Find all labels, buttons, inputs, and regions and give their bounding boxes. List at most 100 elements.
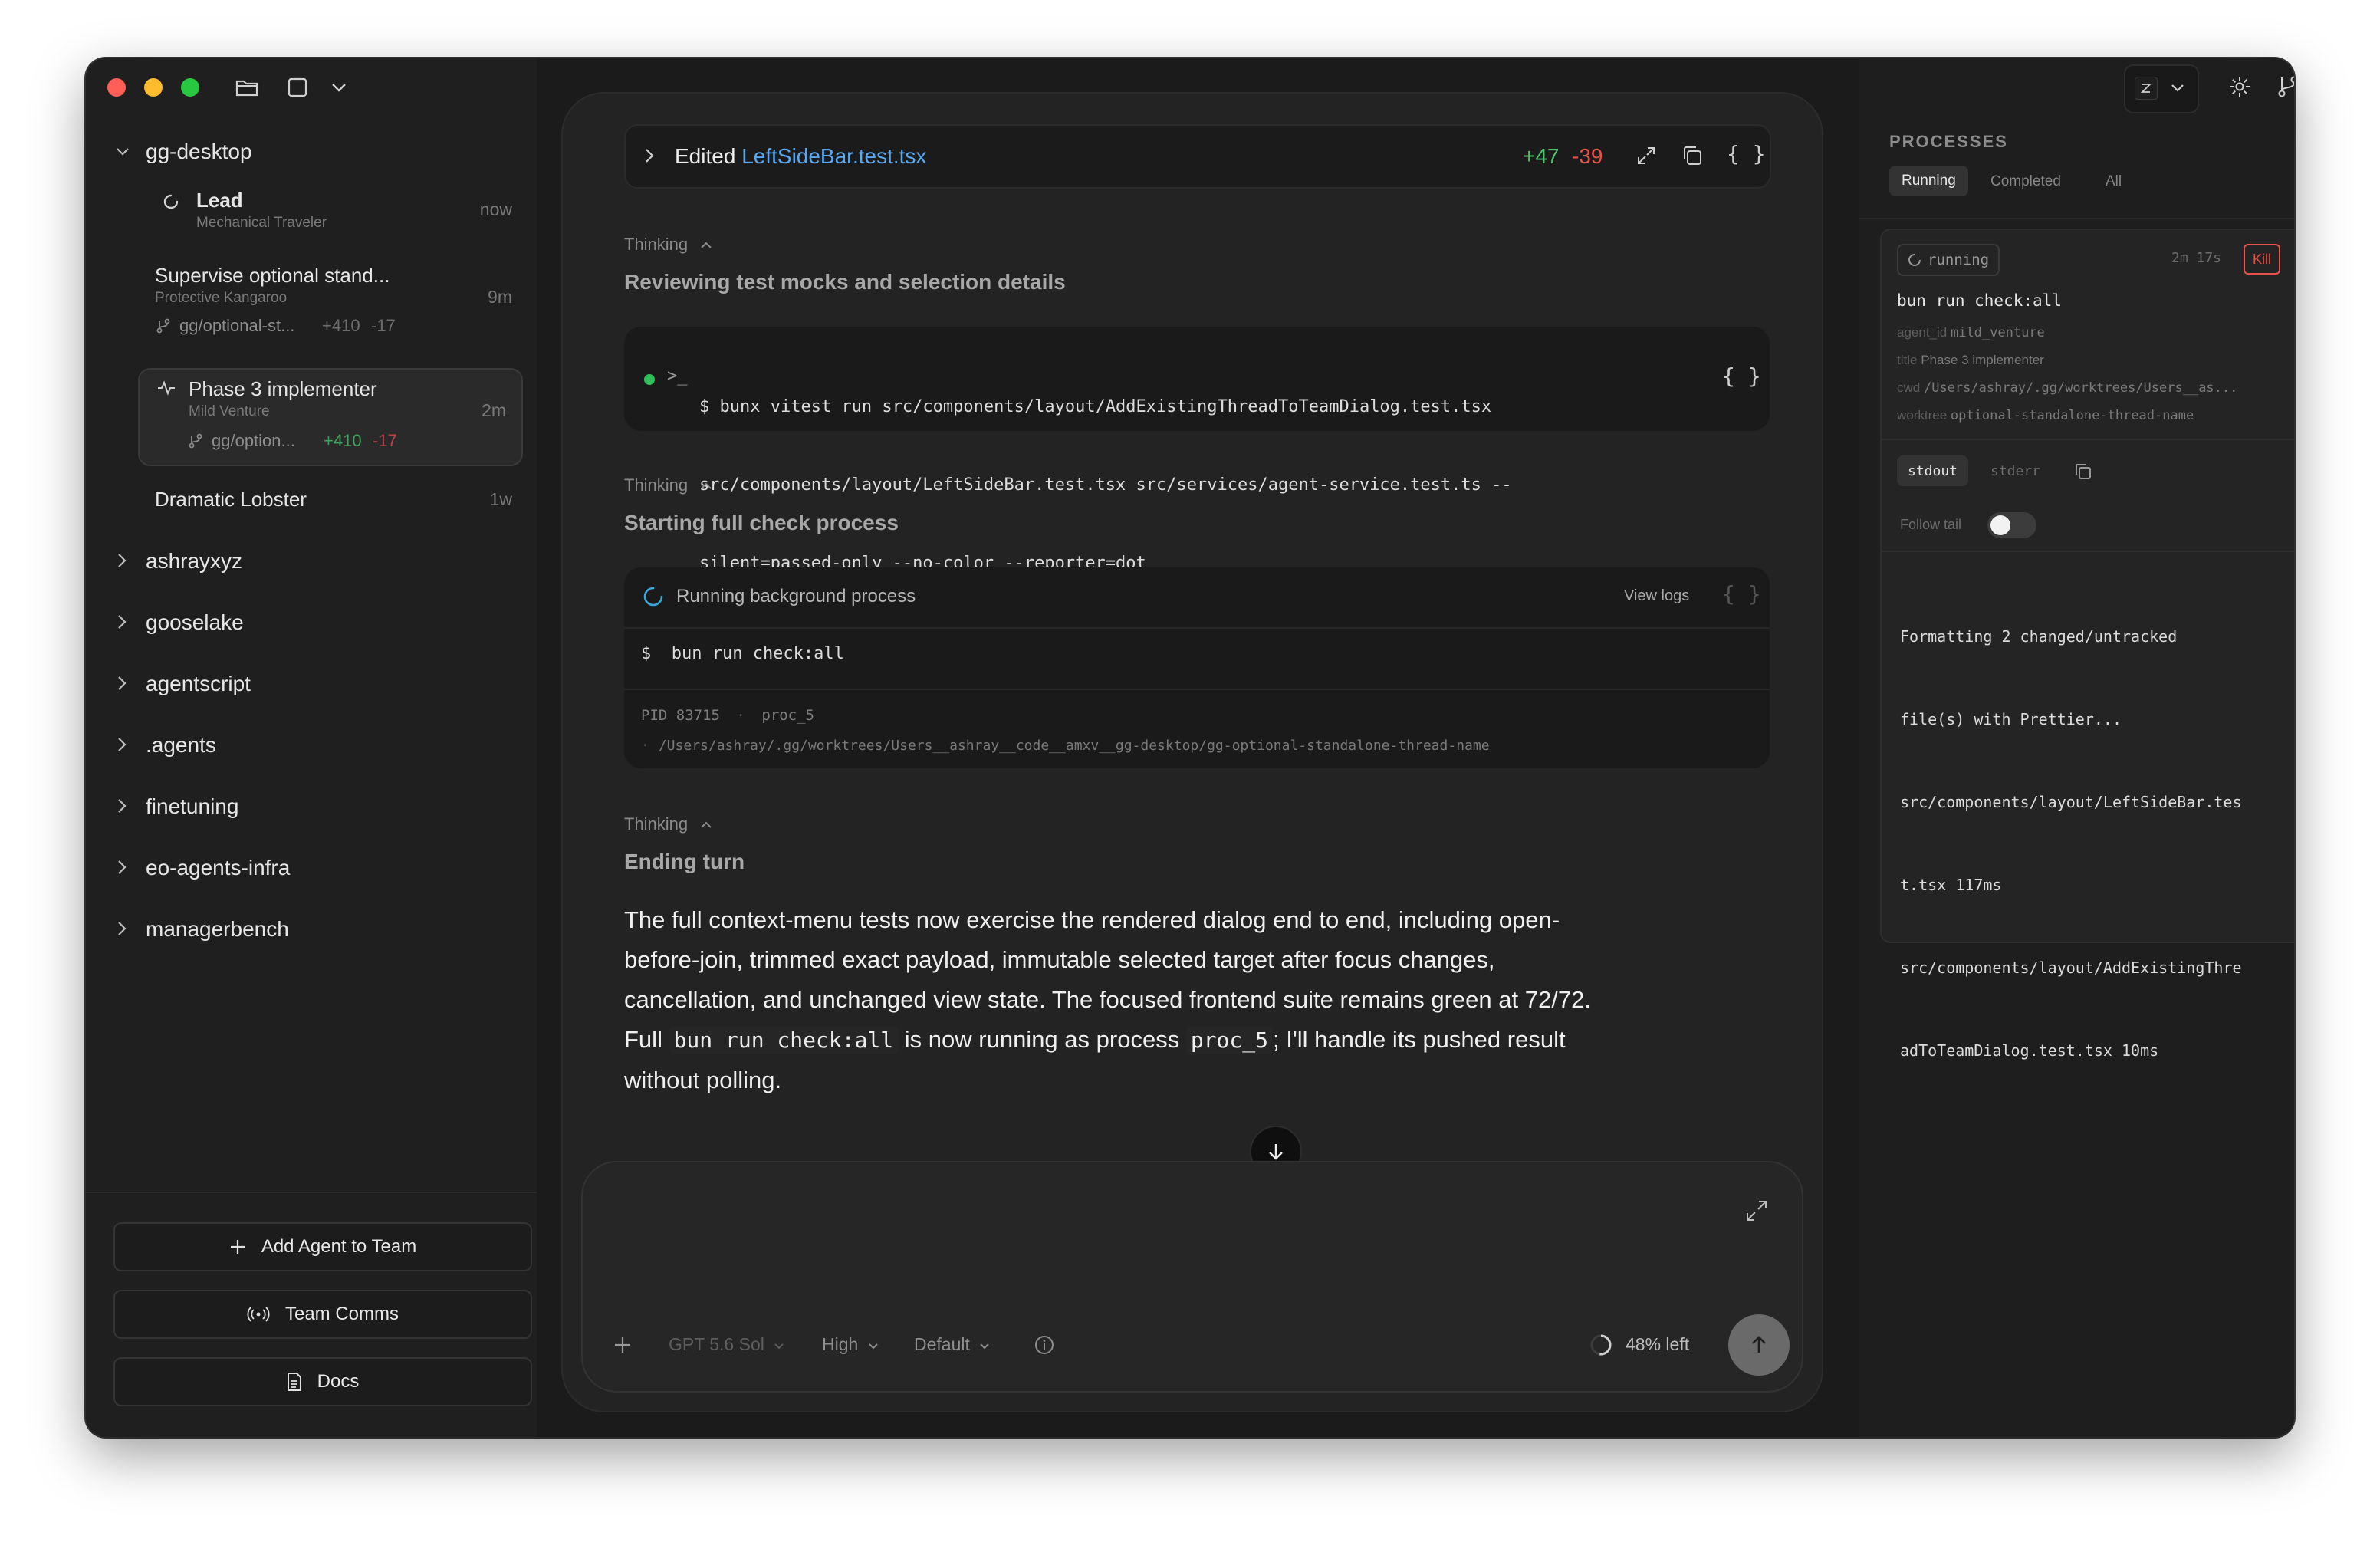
processes-panel: PROCESSES Running Completed All running … bbox=[1859, 58, 2294, 1437]
process-detail-card: running 2m 17s Kill bun run check:all ag… bbox=[1880, 229, 2294, 1060]
arrow-up-icon bbox=[1752, 1336, 1766, 1353]
composer[interactable]: GPT 5.6 Sol High Default 48% left bbox=[581, 1161, 1803, 1393]
assistant-message: The full context-menu tests now exercise… bbox=[624, 900, 1774, 1100]
project-name: managerbench bbox=[146, 917, 289, 941]
context-usage-ring bbox=[1590, 1334, 1612, 1356]
model-select[interactable]: GPT 5.6 Sol bbox=[669, 1334, 784, 1355]
chevron-right-icon bbox=[646, 149, 654, 163]
divider bbox=[86, 1192, 537, 1193]
json-icon[interactable]: { } bbox=[1722, 363, 1761, 389]
project-name: .agents bbox=[146, 733, 216, 757]
message-text: ; I'll handle its pushed result bbox=[1272, 1026, 1566, 1053]
chevron-right-icon bbox=[118, 554, 127, 567]
tab-stdout[interactable]: stdout bbox=[1897, 455, 1969, 486]
meta-title: title Phase 3 implementer bbox=[1897, 353, 2044, 368]
team-comms-button[interactable]: Team Comms bbox=[113, 1290, 532, 1339]
send-button[interactable] bbox=[1728, 1314, 1790, 1376]
command-line: bunx vitest run src/components/layout/Ad… bbox=[719, 397, 1492, 416]
tab-completed[interactable]: Completed bbox=[1990, 173, 2061, 190]
thread-item-supervise[interactable]: Supervise optional stand... Protective K… bbox=[155, 264, 528, 348]
view-logs-link[interactable]: View logs bbox=[1624, 587, 1689, 605]
expand-icon[interactable] bbox=[1636, 146, 1656, 166]
minimize-window-button[interactable] bbox=[144, 78, 163, 97]
thinking-toggle[interactable]: Thinking bbox=[624, 235, 712, 255]
close-window-button[interactable] bbox=[107, 78, 126, 97]
edited-file-card[interactable]: Edited LeftSideBar.test.tsx +47 -39 { } bbox=[624, 124, 1771, 189]
editor-picker[interactable] bbox=[2124, 64, 2199, 113]
thinking-title: Starting full check process bbox=[624, 511, 899, 534]
project-item[interactable]: eo-agents-infra bbox=[113, 847, 528, 889]
copy-icon[interactable] bbox=[1681, 144, 1704, 167]
tab-stderr[interactable]: stderr bbox=[1990, 463, 2040, 479]
loading-icon bbox=[161, 192, 181, 212]
maximize-window-button[interactable] bbox=[181, 78, 199, 97]
divider bbox=[1882, 551, 2294, 552]
git-branch-icon bbox=[187, 432, 204, 449]
output-line: Formatting 2 changed/untracked bbox=[1900, 627, 2178, 646]
thread-item-dramatic-lobster[interactable]: Dramatic Lobster 1w bbox=[155, 482, 528, 518]
thread-title: Lead bbox=[196, 189, 243, 212]
thread-branch: gg/optional-st... bbox=[179, 316, 295, 335]
project-name: eo-agents-infra bbox=[146, 856, 291, 880]
effort-label: High bbox=[822, 1334, 859, 1354]
model-label: GPT 5.6 Sol bbox=[669, 1334, 764, 1354]
chevron-down-icon[interactable] bbox=[324, 74, 354, 101]
meta-value: mild_venture bbox=[1950, 325, 2045, 340]
plus-icon[interactable] bbox=[613, 1336, 632, 1354]
add-agent-button[interactable]: Add Agent to Team bbox=[113, 1222, 532, 1271]
project-name: finetuning bbox=[146, 794, 239, 818]
kill-button[interactable]: Kill bbox=[2244, 244, 2281, 275]
project-item[interactable]: .agents bbox=[113, 724, 528, 767]
thread-added: +410 bbox=[322, 316, 360, 335]
mode-select[interactable]: Default bbox=[914, 1334, 990, 1355]
message-text: is now running as process bbox=[904, 1026, 1180, 1053]
chevron-right-icon bbox=[118, 738, 127, 751]
thread-removed: -17 bbox=[371, 316, 396, 335]
thread-item-lead[interactable]: Lead Mechanical Traveler now bbox=[155, 186, 528, 244]
tab-running[interactable]: Running bbox=[1889, 166, 1968, 196]
tab-all[interactable]: All bbox=[2106, 173, 2122, 190]
project-item[interactable]: ashrayxyz bbox=[113, 540, 528, 583]
info-icon[interactable] bbox=[1034, 1334, 1055, 1356]
project-item[interactable]: finetuning bbox=[113, 785, 528, 828]
git-branch-icon[interactable] bbox=[2277, 75, 2294, 98]
project-name[interactable]: gg-desktop bbox=[146, 140, 252, 164]
edited-file-link[interactable]: LeftSideBar.test.tsx bbox=[741, 144, 926, 168]
output-line: src/components/layout/LeftSideBar.tes bbox=[1900, 793, 2242, 811]
thread-time: now bbox=[479, 199, 512, 219]
gear-icon[interactable] bbox=[2228, 75, 2251, 98]
expand-icon[interactable] bbox=[1745, 1199, 1768, 1222]
copy-icon[interactable] bbox=[2073, 462, 2093, 482]
project-item[interactable]: gooselake bbox=[113, 601, 528, 644]
thread-title: Phase 3 implementer bbox=[189, 377, 377, 400]
thread-time: 2m bbox=[482, 400, 506, 420]
command-line: src/components/layout/LeftSideBar.test.t… bbox=[699, 475, 1512, 495]
sidebar-toggle-icon[interactable] bbox=[282, 74, 313, 101]
json-icon[interactable]: { } bbox=[1727, 141, 1766, 166]
thread-removed: -17 bbox=[373, 431, 397, 450]
thread-item-phase3[interactable]: Phase 3 implementer Mild Venture 2m gg/o… bbox=[138, 368, 523, 466]
project-item[interactable]: agentscript bbox=[113, 663, 528, 705]
editor-icon bbox=[2135, 77, 2158, 100]
background-process-card: Running background process View logs { }… bbox=[624, 567, 1770, 768]
folder-icon[interactable] bbox=[232, 74, 262, 101]
thinking-toggle[interactable]: Thinking bbox=[624, 814, 712, 834]
thinking-toggle[interactable]: Thinking bbox=[624, 475, 712, 495]
process-meta: PID 83715 · proc_5 bbox=[641, 707, 814, 724]
project-item[interactable]: managerbench bbox=[113, 908, 528, 951]
process-output: Formatting 2 changed/untracked file(s) w… bbox=[1900, 567, 2242, 1120]
follow-tail-toggle[interactable] bbox=[1987, 512, 2036, 538]
meta-worktree: worktree optional-standalone-thread-name bbox=[1897, 408, 2194, 423]
process-command: bun run check:all bbox=[1897, 291, 2062, 310]
sidebar: gg-desktop Lead Mechanical Traveler now … bbox=[86, 58, 537, 1437]
plus-icon bbox=[230, 1240, 245, 1254]
message-line: without polling. bbox=[624, 1067, 782, 1093]
docs-button[interactable]: Docs bbox=[113, 1357, 532, 1406]
command-card[interactable]: >_ $ bunx vitest run src/components/layo… bbox=[624, 327, 1770, 573]
mode-label: Default bbox=[914, 1334, 970, 1354]
process-path-row: ·/Users/ashray/.gg/worktrees/Users__ashr… bbox=[641, 738, 1490, 754]
chevron-down-icon[interactable] bbox=[113, 143, 132, 161]
effort-select[interactable]: High bbox=[822, 1334, 879, 1355]
json-icon[interactable]: { } bbox=[1722, 581, 1761, 607]
process-path: /Users/ashray/.gg/worktrees/Users__ashra… bbox=[658, 738, 1490, 754]
